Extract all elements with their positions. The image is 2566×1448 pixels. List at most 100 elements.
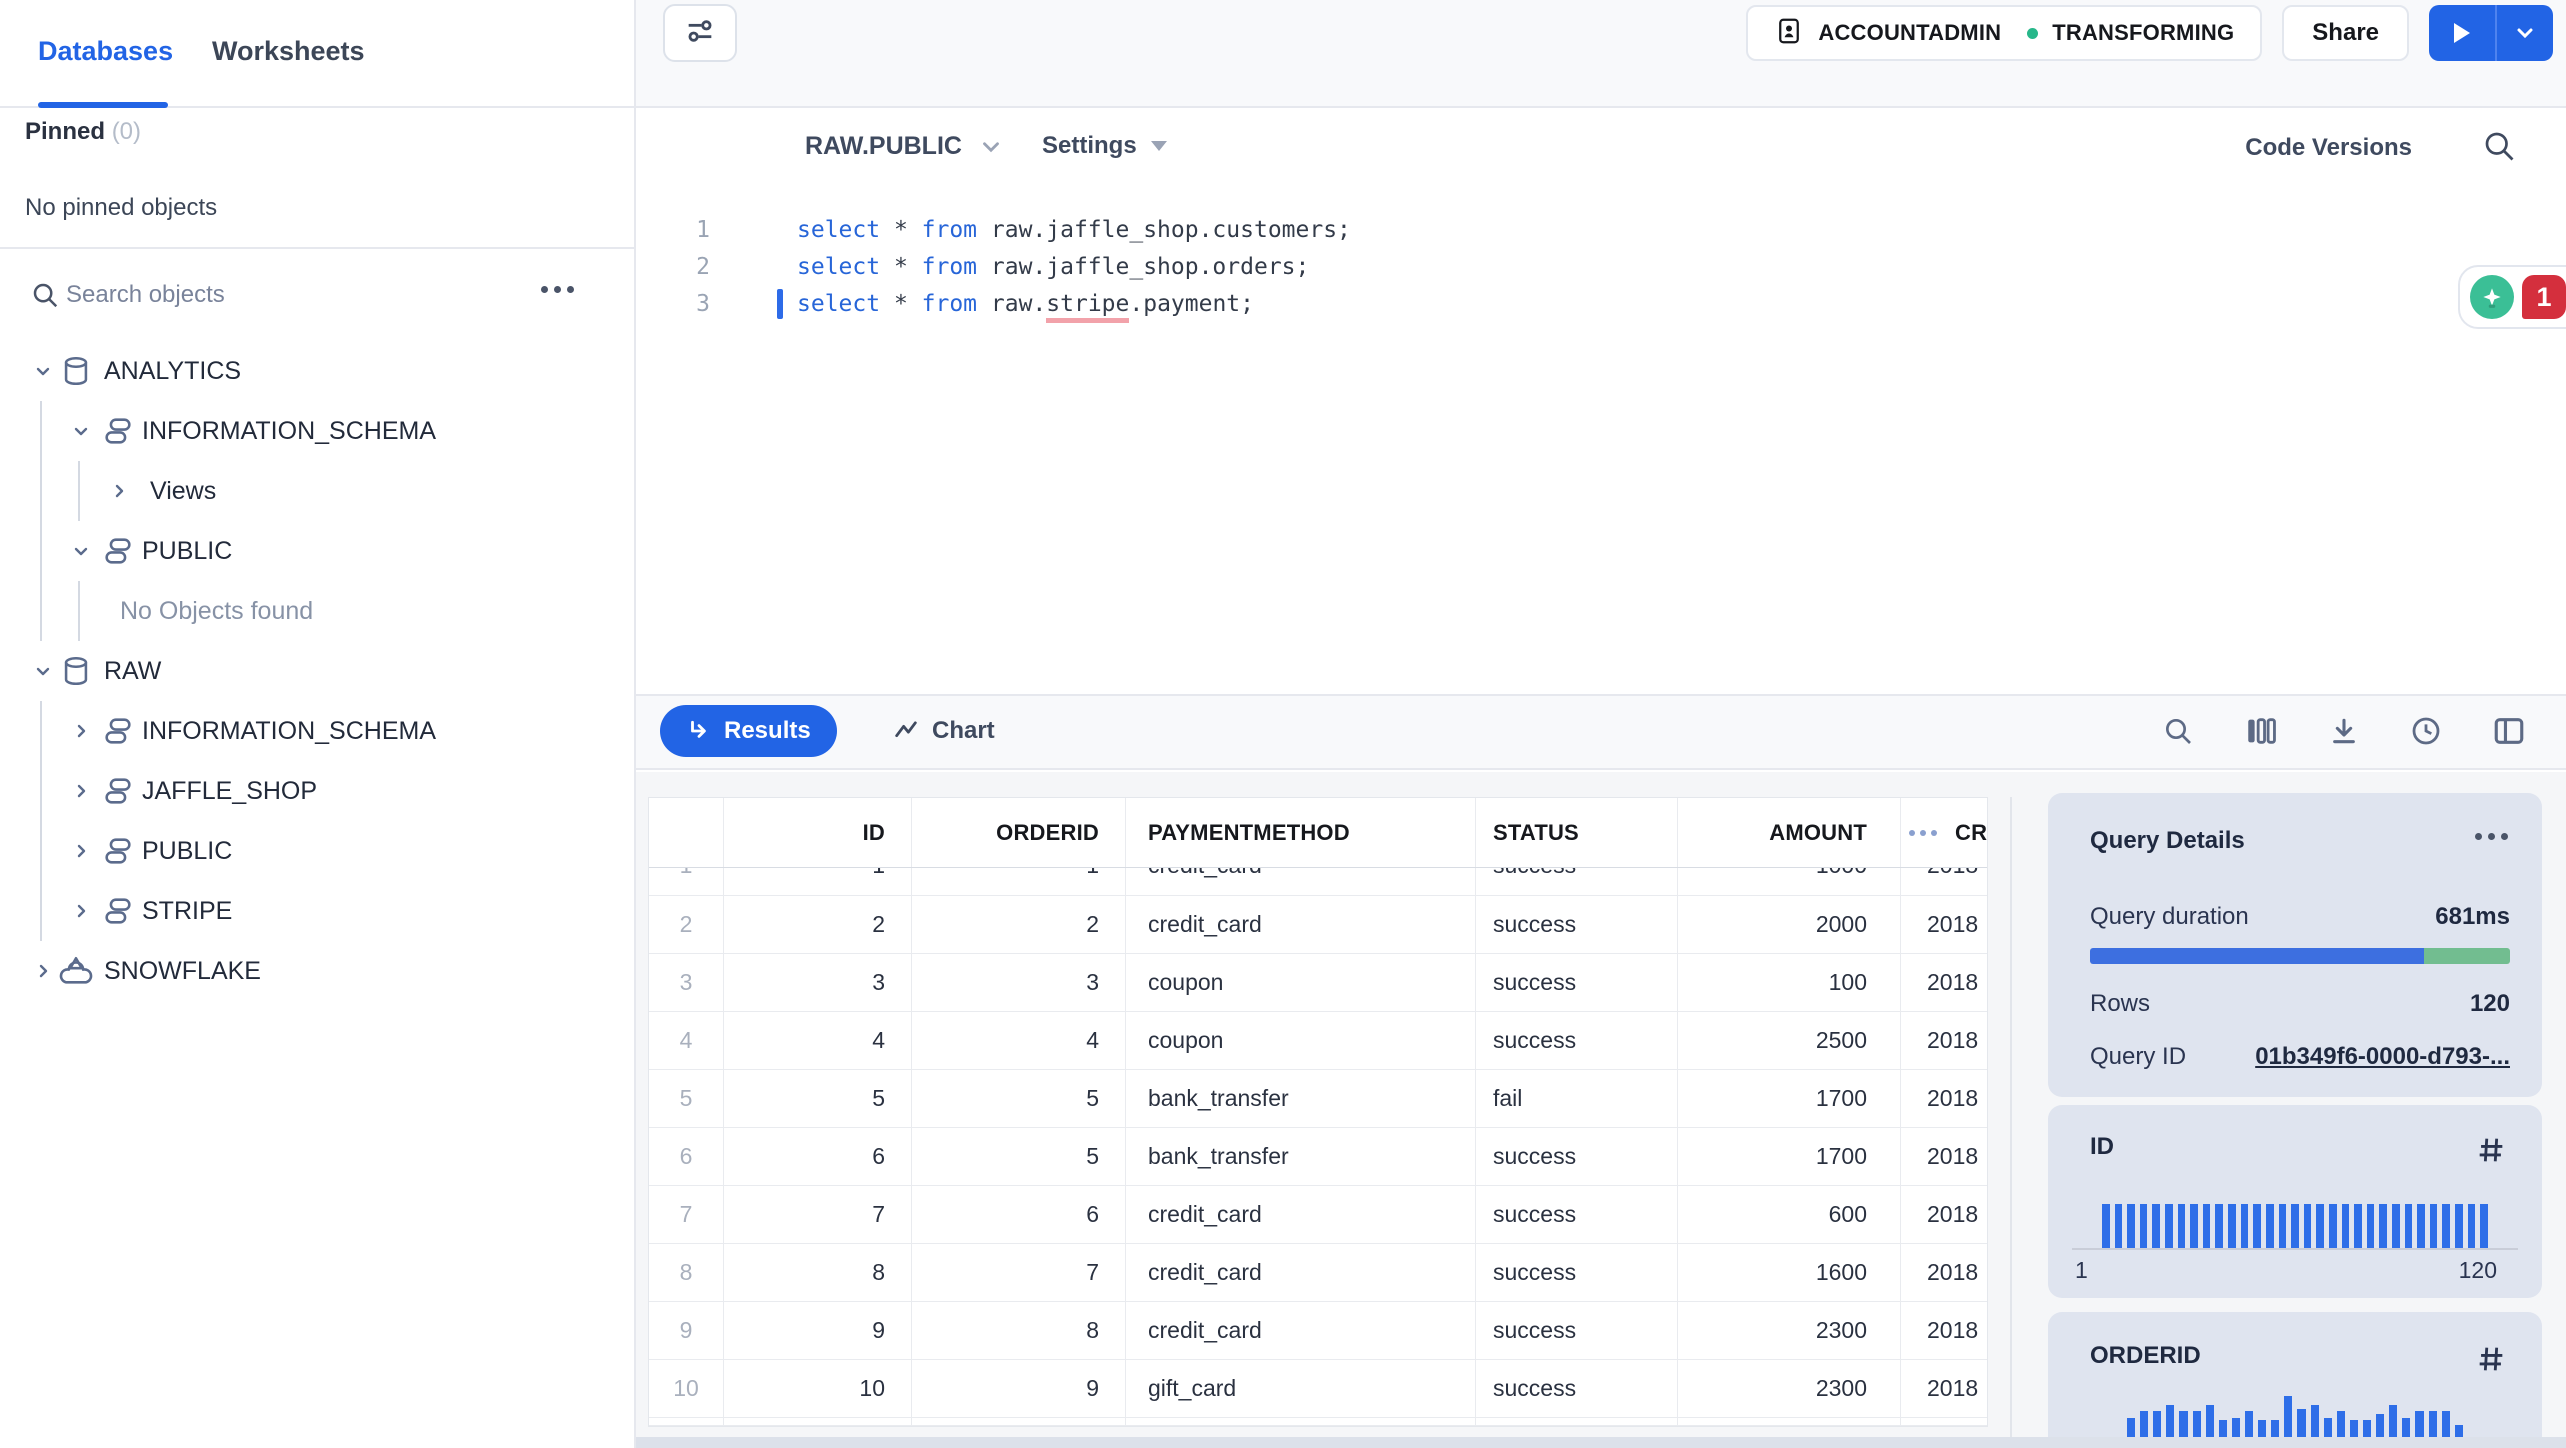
- table-row[interactable]: 3 3 3 coupon success 100 2018: [649, 954, 1987, 1012]
- column-menu-icon[interactable]: [1909, 829, 1937, 836]
- columns-icon[interactable]: [2244, 714, 2278, 748]
- table-row[interactable]: 6 6 5 bank_transfer success 1700 2018: [649, 1128, 1987, 1186]
- results-search-icon[interactable]: [2162, 715, 2194, 747]
- table-row[interactable]: 9 9 8 credit_card success 2300 2018: [649, 1302, 1987, 1360]
- pinned-heading: Pinned (0): [25, 118, 142, 145]
- filters-button[interactable]: [663, 4, 737, 62]
- run-button[interactable]: [2429, 5, 2553, 61]
- column-header-rownum[interactable]: [649, 798, 724, 867]
- column-header-id[interactable]: ID: [724, 798, 912, 867]
- download-icon[interactable]: [2328, 715, 2360, 747]
- column-header-created[interactable]: CREATED: [1901, 798, 1987, 867]
- table-row[interactable]: 4 4 4 coupon success 2500 2018: [649, 1012, 1987, 1070]
- chevron-right-icon[interactable]: [68, 898, 94, 924]
- code-lines[interactable]: 1 select * from raw.jaffle_shop.customers…: [636, 211, 2566, 323]
- table-cell: bank_transfer: [1126, 1128, 1476, 1185]
- tab-worksheets[interactable]: Worksheets: [212, 36, 365, 67]
- histogram-bar: [2389, 1405, 2398, 1440]
- sidebar-more-icon[interactable]: [541, 286, 574, 293]
- chevron-right-icon[interactable]: [30, 958, 56, 984]
- tree-guide-line: [40, 761, 42, 821]
- table-cell: 6: [912, 1186, 1126, 1243]
- code-line-1[interactable]: 1 select * from raw.jaffle_shop.customers…: [636, 211, 2566, 248]
- database-context-dropdown[interactable]: RAW.PUBLIC: [805, 132, 1004, 161]
- column-header-status[interactable]: STATUS: [1476, 798, 1678, 867]
- tree-item-stripe[interactable]: STRIPE: [0, 881, 634, 941]
- histogram-bar: [2328, 1204, 2337, 1248]
- tree-item-analytics[interactable]: ANALYTICS: [0, 341, 634, 401]
- column-header-paymentmethod[interactable]: PAYMENTMETHOD: [1126, 798, 1476, 867]
- chevron-down-icon[interactable]: [68, 538, 94, 564]
- chevron-down-icon[interactable]: [68, 418, 94, 444]
- context-selector[interactable]: ACCOUNTADMIN TRANSFORMING: [1746, 5, 2263, 61]
- table-cell: credit_card: [1126, 1244, 1476, 1301]
- histogram-bar: [2253, 1204, 2261, 1248]
- column-stats-panel-orderid[interactable]: ORDERID: [2048, 1312, 2542, 1448]
- chevron-right-icon[interactable]: [68, 718, 94, 744]
- column-header-amount[interactable]: AMOUNT: [1678, 798, 1901, 867]
- duration-progress-bar: [2090, 948, 2510, 964]
- hash-filter-icon[interactable]: [2474, 1342, 2508, 1381]
- table-row[interactable]: 2 2 2 credit_card success 2000 2018: [649, 896, 1987, 954]
- chevron-down-icon[interactable]: [30, 358, 56, 384]
- table-row[interactable]: 8 8 7 credit_card success 1600 2018: [649, 1244, 1987, 1302]
- table-cell: [649, 1418, 724, 1425]
- table-cell: 3: [912, 954, 1126, 1011]
- tree-item-information-schema[interactable]: INFORMATION_SCHEMA: [0, 401, 634, 461]
- tab-results[interactable]: Results: [660, 705, 837, 757]
- results-grid[interactable]: IDORDERIDPAYMENTMETHODSTATUSAMOUNTCREATE…: [648, 797, 1988, 1427]
- table-cell: 4: [649, 1012, 724, 1069]
- hash-filter-icon[interactable]: [2474, 1133, 2508, 1172]
- object-search-row: [0, 268, 634, 322]
- history-clock-icon[interactable]: [2410, 715, 2442, 747]
- code-line-2[interactable]: 2 select * from raw.jaffle_shop.orders;: [636, 248, 2566, 285]
- tree-item-label: STRIPE: [142, 896, 233, 925]
- table-row[interactable]: 10 10 9 gift_card success 2300 2018: [649, 1360, 1987, 1418]
- code-versions-link[interactable]: Code Versions: [2245, 134, 2412, 162]
- tree-item-snowflake[interactable]: SNOWFLAKE: [0, 941, 634, 1001]
- copilot-suggestion-pill[interactable]: 1: [2458, 265, 2566, 329]
- table-row[interactable]: 111credit_cardsuccess10002018: [649, 868, 1987, 896]
- play-icon[interactable]: [2429, 21, 2495, 45]
- search-input[interactable]: [66, 272, 486, 318]
- histogram-bar: [2153, 1411, 2162, 1440]
- tab-databases[interactable]: Databases: [38, 36, 173, 67]
- column-header-orderid[interactable]: ORDERID: [912, 798, 1126, 867]
- share-button[interactable]: Share: [2282, 5, 2409, 61]
- tree-item-public[interactable]: PUBLIC: [0, 821, 634, 881]
- horizontal-scrollbar[interactable]: [636, 1437, 2566, 1448]
- tree-item-no-objects-found: No Objects found: [0, 581, 634, 641]
- table-cell: 100: [1678, 954, 1901, 1011]
- chevron-right-icon[interactable]: [106, 478, 132, 504]
- code-line-3[interactable]: 3 select * from raw.stripe.payment;: [636, 285, 2566, 323]
- table-cell: 8: [912, 1302, 1126, 1359]
- tab-chart[interactable]: Chart: [892, 705, 995, 757]
- sql-editor[interactable]: RAW.PUBLIC Settings Code Versions 1 selec…: [636, 110, 2566, 694]
- table-row-partial: [649, 1418, 1987, 1426]
- chevron-right-icon[interactable]: [68, 838, 94, 864]
- tree-item-label: Views: [150, 476, 217, 505]
- run-options-chevron-icon[interactable]: [2497, 21, 2553, 45]
- table-cell: credit_card: [1126, 1302, 1476, 1359]
- table-cell: 1700: [1678, 1070, 1901, 1127]
- column-stats-panel-id[interactable]: ID 1 120: [2048, 1105, 2542, 1298]
- query-details-menu-icon[interactable]: [2475, 833, 2508, 840]
- split-panel-icon[interactable]: [2492, 714, 2526, 748]
- histogram-bar: [2139, 1204, 2148, 1248]
- tree-item-raw[interactable]: RAW: [0, 641, 634, 701]
- chevron-right-icon[interactable]: [68, 778, 94, 804]
- table-row[interactable]: 5 5 5 bank_transfer fail 1700 2018: [649, 1070, 1987, 1128]
- editor-search-icon[interactable]: [2481, 128, 2517, 169]
- chevron-down-icon[interactable]: [30, 658, 56, 684]
- tree-item-information-schema[interactable]: INFORMATION_SCHEMA: [0, 701, 634, 761]
- table-cell: 8: [649, 1244, 724, 1301]
- query-id-link[interactable]: 01b349f6-0000-d793-...: [2255, 1043, 2510, 1071]
- orderid-histogram: [2072, 1396, 2518, 1442]
- tree-item-public[interactable]: PUBLIC: [0, 521, 634, 581]
- table-row[interactable]: 7 7 6 credit_card success 600 2018: [649, 1186, 1987, 1244]
- histogram-bar: [2114, 1204, 2123, 1248]
- tree-item-jaffle-shop[interactable]: JAFFLE_SHOP: [0, 761, 634, 821]
- histogram-bar: [2428, 1411, 2437, 1440]
- tree-item-views[interactable]: Views: [0, 461, 634, 521]
- settings-dropdown[interactable]: Settings: [1042, 132, 1167, 160]
